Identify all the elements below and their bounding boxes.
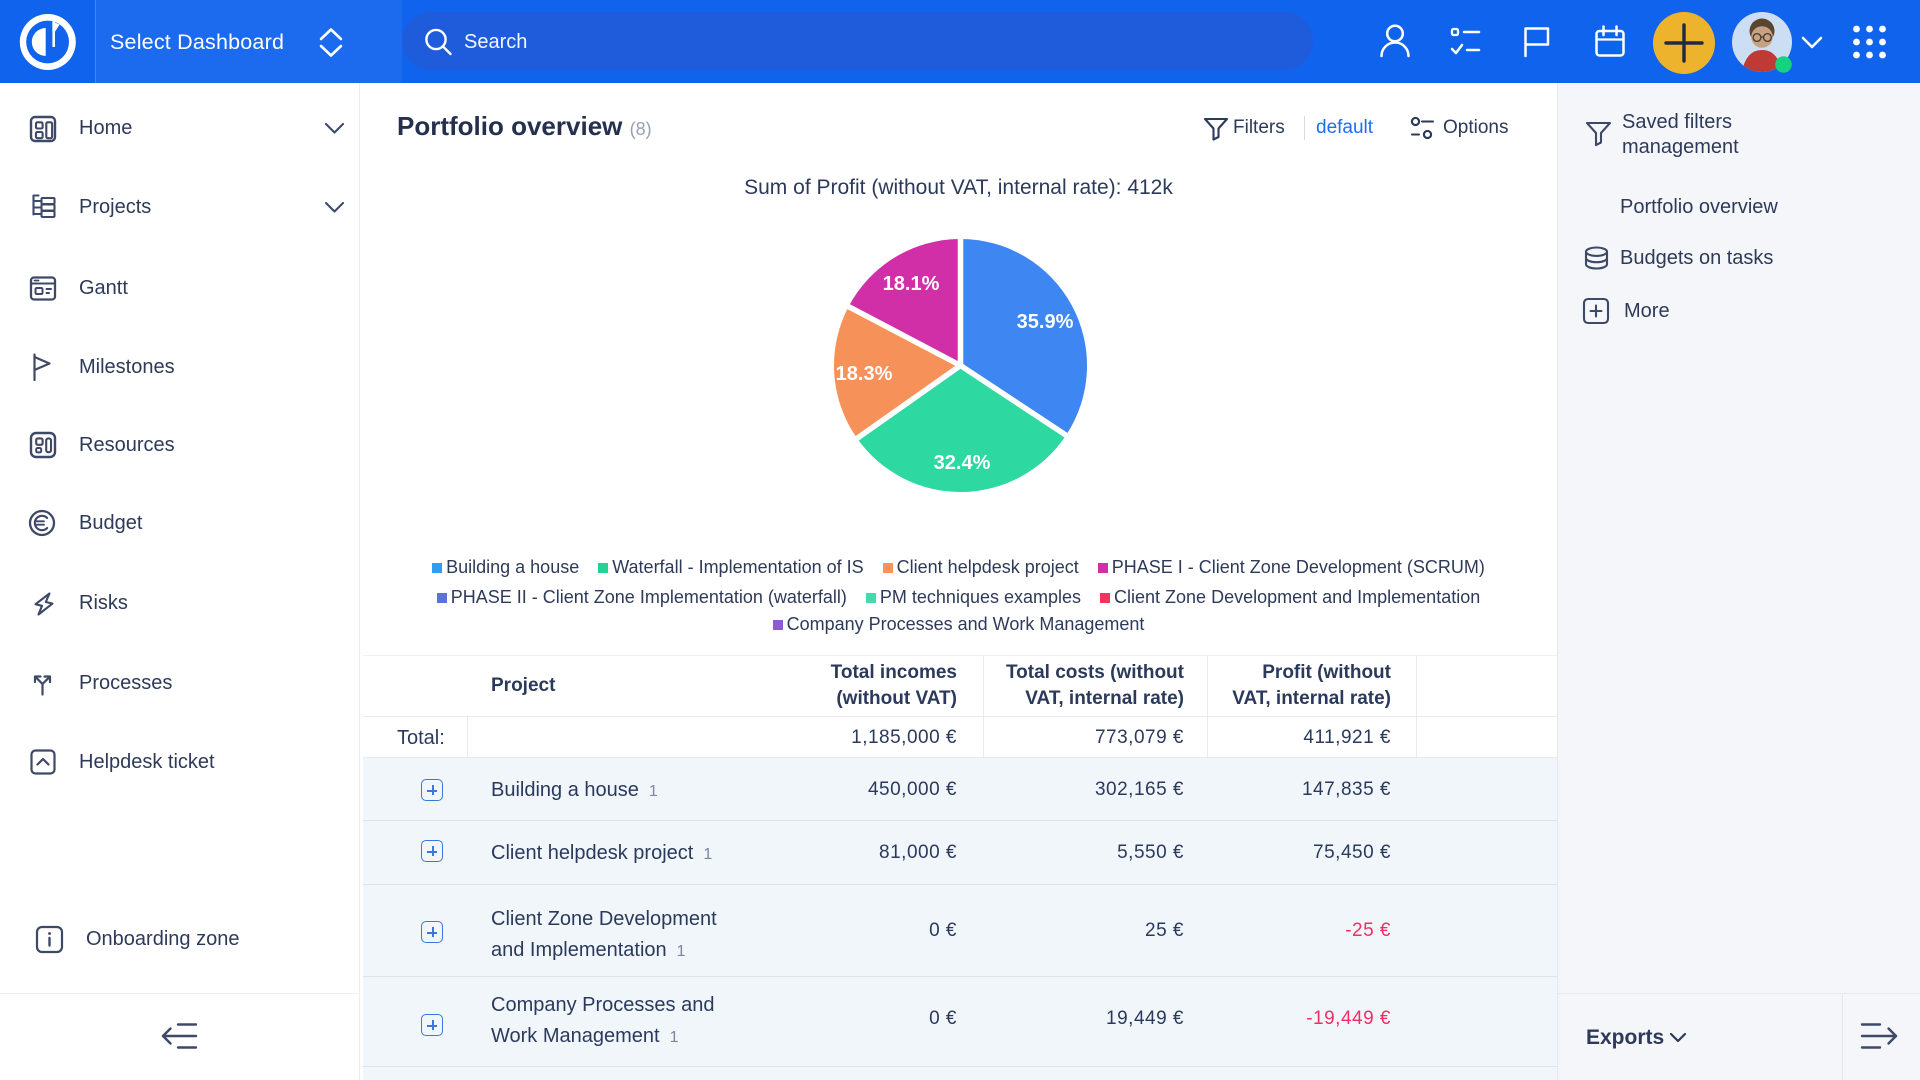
svg-text:18.1%: 18.1% [883, 273, 940, 295]
svg-text:18.3%: 18.3% [836, 363, 893, 385]
svg-text:35.9%: 35.9% [1017, 311, 1074, 333]
svg-text:32.4%: 32.4% [934, 452, 991, 474]
